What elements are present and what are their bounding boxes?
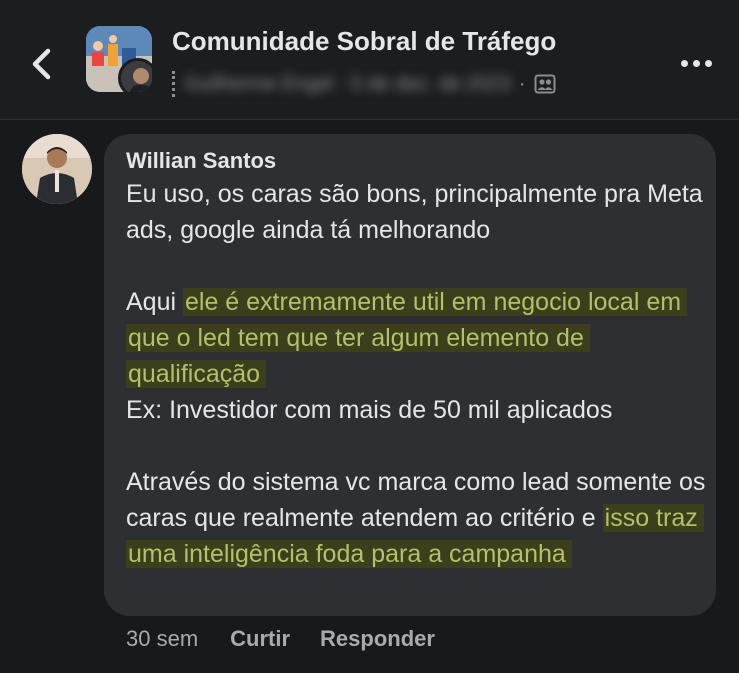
post-meta: Guilherme Engel · 5 de dez. de 2023 · [172,70,556,98]
more-options-button[interactable] [676,48,716,78]
comment-paragraph-4: Através do sistema vc marca como lead so… [126,464,706,572]
reply-button[interactable]: Responder [320,626,435,652]
members-icon [534,74,556,94]
comment-author[interactable]: Willian Santos [126,148,276,174]
comment-paragraph-1: Eu uso, os caras são bons, principalment… [126,180,703,244]
like-button[interactable]: Curtir [230,626,290,652]
more-dots-icon [680,59,688,67]
comment-timestamp[interactable]: 30 sem [126,626,198,652]
group-avatar[interactable] [86,26,152,92]
post-header: Comunidade Sobral de Tráfego Guilherme E… [0,0,739,120]
commenter-avatar[interactable] [22,134,92,204]
meta-separator: · [518,72,526,95]
more-dot [692,59,700,67]
back-button[interactable] [24,42,60,86]
meta-bar-icon [172,71,176,97]
chevron-left-icon [32,48,51,80]
poster-avatar [118,58,152,92]
group-title[interactable]: Comunidade Sobral de Tráfego [172,26,556,57]
comment-text-plain: Aqui [126,288,183,316]
highlighted-text: ele é extremamente util em negocio local… [126,288,688,388]
more-dot [704,59,712,67]
comment-text: Eu uso, os caras são bons, principalment… [126,176,706,572]
comment-paragraph-3: Ex: Investidor com mais de 50 mil aplica… [126,396,613,424]
comment-paragraph-2: Aqui ele é extremamente util em negocio … [126,284,706,392]
comment-actions: 30 sem Curtir Responder [126,622,465,656]
poster-and-date[interactable]: Guilherme Engel · 5 de dez. de 2023 [184,73,511,96]
